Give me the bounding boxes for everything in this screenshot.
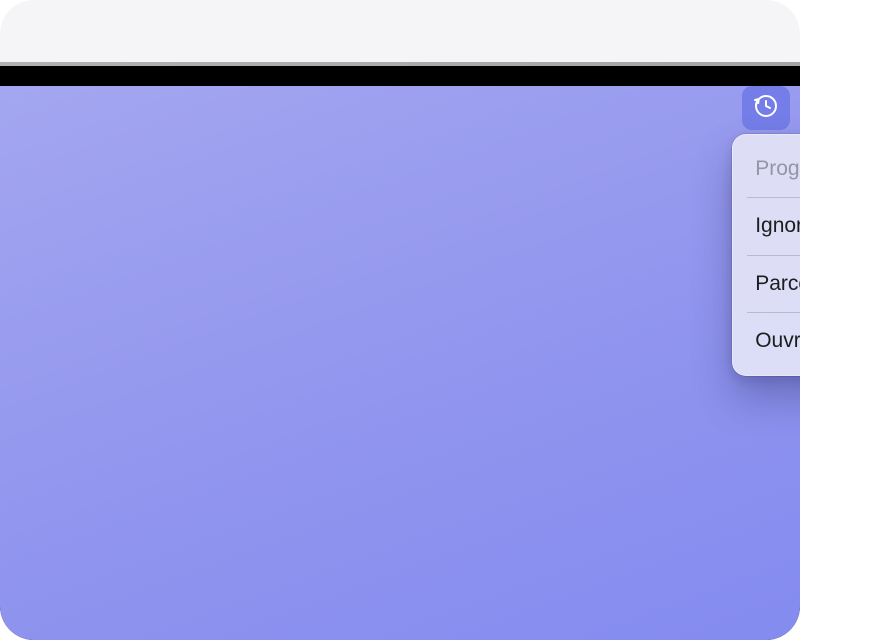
time-machine-icon: [752, 92, 780, 125]
menu-separator: [747, 255, 800, 256]
browse-backups-item[interactable]: Parcourir les sauvegardes Time Machine: [733, 258, 800, 310]
menu-separator: [747, 197, 800, 198]
laptop-bezel: Mer. 29 nov. 09:00 Progression : 7,4 % –…: [0, 66, 800, 640]
menu-bar: Mer. 29 nov. 09:00: [0, 86, 800, 130]
screen: Mer. 29 nov. 09:00 Progression : 7,4 % –…: [0, 86, 800, 640]
backup-progress-status: Progression : 7,4 % – 3,65 Go copiés: [733, 143, 800, 195]
open-tm-settings-item[interactable]: Ouvrir les réglages Time Machine…: [733, 315, 800, 367]
menu-separator: [747, 312, 800, 313]
time-machine-dropdown: Progression : 7,4 % – 3,65 Go copiés Ign…: [732, 134, 800, 376]
skip-backup-item[interactable]: Ignorer cette sauvegarde: [733, 200, 800, 252]
time-machine-menu-extra[interactable]: [742, 86, 790, 130]
laptop-frame: Mer. 29 nov. 09:00 Progression : 7,4 % –…: [0, 62, 800, 640]
screenshot-card: Mer. 29 nov. 09:00 Progression : 7,4 % –…: [0, 0, 800, 640]
